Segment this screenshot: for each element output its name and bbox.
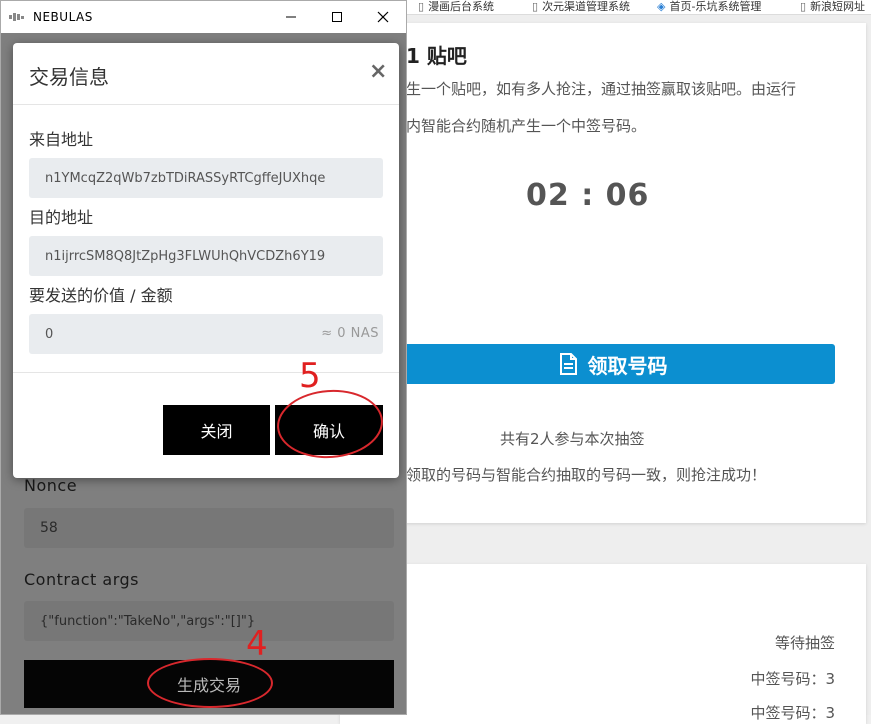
amount-label: 要发送的价值 / 金额 [29, 286, 173, 305]
wait-status: 等待抽签 [774, 634, 835, 652]
bookmark-item[interactable]: ▯ 漫画后台系统 [418, 0, 494, 14]
claim-number-button[interactable]: 领取号码 [390, 344, 835, 384]
stack-icon: ◈ [657, 0, 666, 13]
step-4-annotation: 4 [246, 624, 268, 664]
modal-title: 交易信息 [29, 65, 109, 89]
winning-number: 中签号码：3 [750, 704, 835, 722]
maximize-button[interactable] [314, 1, 360, 33]
maximize-icon [332, 12, 342, 22]
close-window-button[interactable] [360, 1, 406, 33]
to-address-field[interactable]: n1ijrrcSM8Q8JtZpHg3FLWUhQhVCDZh6Y19 [29, 236, 383, 276]
close-icon [377, 11, 389, 23]
page-icon: ▯ [800, 0, 807, 13]
page-icon: ▯ [418, 0, 425, 13]
modal-close-x-button[interactable]: × [369, 59, 387, 84]
window-title: NEBULAS [33, 10, 93, 24]
page-title: 1 贴吧 [406, 44, 467, 68]
window-titlebar[interactable]: NEBULAS [1, 1, 406, 33]
modal-divider [13, 104, 399, 105]
countdown-timer: 02 : 06 [526, 178, 650, 213]
generate-highlight-ellipse [147, 658, 273, 708]
page-icon: ▯ [532, 0, 539, 13]
page-description: 内智能合约随机产生一个中签号码。 [406, 117, 647, 135]
rule-text: 领取的号码与智能合约抽取的号码一致，则抢注成功！ [406, 466, 767, 484]
bookmark-item[interactable]: ▯ 新浪短网址 [800, 0, 865, 14]
from-address-label: 来自地址 [29, 130, 94, 149]
document-icon [559, 353, 577, 375]
from-address-field[interactable]: n1YMcqZ2qWb7zbTDiRASSyRTCgffeJUXhqe [29, 158, 383, 198]
minimize-icon [286, 16, 296, 18]
winning-number: 中签号码：3 [750, 670, 835, 688]
nebulas-window: NEBULAS Nonce 58 Contract args {"functio… [0, 0, 407, 715]
to-address-label: 目的地址 [29, 208, 94, 227]
nebulas-logo-icon [9, 13, 24, 21]
bookmark-item[interactable]: ▯ 次元渠道管理系统 [532, 0, 630, 14]
modal-divider [13, 372, 399, 373]
page-description: 生一个贴吧，如有多人抢注，通过抽签赢取该贴吧。由运行 [406, 80, 797, 98]
participants-count: 共有2人参与本次抽签 [500, 430, 645, 448]
step-5-annotation: 5 [299, 356, 321, 396]
amount-field[interactable]: 0 ≈ 0 NAS [29, 314, 383, 354]
amount-unit: ≈ 0 NAS [321, 326, 379, 341]
close-button[interactable]: 关闭 [163, 405, 270, 455]
minimize-button[interactable] [268, 1, 314, 33]
bookmark-item[interactable]: ◈ 首页-乐坑系统管理 [657, 0, 761, 14]
